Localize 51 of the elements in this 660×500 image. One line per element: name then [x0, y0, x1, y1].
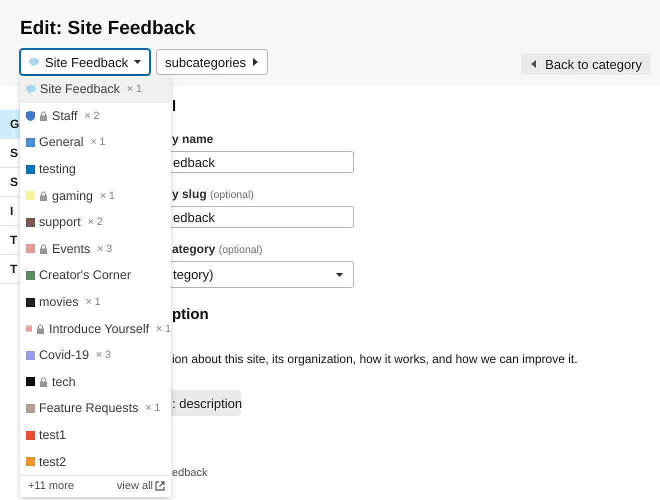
- subcategories-button[interactable]: subcategories: [156, 49, 268, 75]
- lock-icon: [39, 110, 48, 121]
- menu-item[interactable]: test1: [20, 422, 171, 448]
- optional-hint: (optional): [210, 189, 254, 201]
- lock-icon: [39, 376, 48, 387]
- lock-icon: [39, 190, 48, 201]
- sidebar-item[interactable]: G: [0, 110, 22, 139]
- caret-icon: [252, 58, 260, 66]
- field-label: y name: [172, 132, 214, 146]
- count-text: × 3: [96, 349, 111, 362]
- page-title: Edit: Site Feedback: [20, 18, 196, 40]
- menu-item[interactable]: Creator's Corner: [20, 262, 171, 289]
- menu-item[interactable]: tech: [20, 368, 171, 396]
- category-dropdown[interactable]: Site Feedback: [20, 49, 150, 75]
- count-text: × 2: [88, 216, 103, 228]
- count-text: × 1: [86, 296, 100, 308]
- section-heading: ption: [172, 306, 210, 323]
- menu-item[interactable]: Staff × 2: [20, 102, 171, 130]
- menu-item[interactable]: test2: [20, 448, 171, 475]
- footer-text: edback: [172, 467, 208, 479]
- menu-item[interactable]: Introduce Yourself × 1: [20, 315, 171, 342]
- lock-icon: [39, 244, 48, 254]
- external-link-icon: [155, 481, 165, 492]
- field-label: y slug: [172, 187, 207, 201]
- count-text: × 1: [100, 190, 115, 202]
- menu-item[interactable]: Covid-19 × 3: [20, 342, 171, 369]
- caret-icon: [336, 270, 343, 278]
- view-all-link[interactable]: view all: [116, 480, 165, 492]
- count-text: × 3: [97, 242, 112, 255]
- more-text: +11 more: [28, 480, 74, 492]
- menu-item[interactable]: support × 2: [20, 208, 171, 236]
- count-text: × 1: [90, 136, 106, 148]
- caret-icon: [530, 60, 538, 68]
- count-text: × 1: [145, 402, 160, 414]
- menu-item[interactable]: Site Feedback × 1: [20, 76, 171, 103]
- back-button[interactable]: Back to category: [521, 53, 651, 75]
- optional-hint: (optional): [218, 244, 262, 256]
- section-heading: l: [172, 98, 178, 115]
- lock-icon: [36, 324, 46, 334]
- field-label: ategory: [172, 242, 216, 256]
- menu-item[interactable]: Events × 3: [20, 236, 171, 262]
- menu-item[interactable]: movies × 1: [20, 288, 171, 316]
- menu-item[interactable]: General × 1: [20, 129, 171, 156]
- menu-item[interactable]: testing: [20, 156, 171, 182]
- description-text: ion about this site, its organization, how it works, and how we can improve it.: [172, 352, 578, 366]
- count-text: × 1: [126, 83, 142, 96]
- count-text: × 2: [84, 110, 100, 122]
- caret-icon: [134, 58, 142, 66]
- count-text: × 1: [156, 322, 171, 335]
- menu-item[interactable]: Feature Requests × 1: [20, 395, 171, 422]
- menu-item[interactable]: gaming × 1: [20, 182, 171, 209]
